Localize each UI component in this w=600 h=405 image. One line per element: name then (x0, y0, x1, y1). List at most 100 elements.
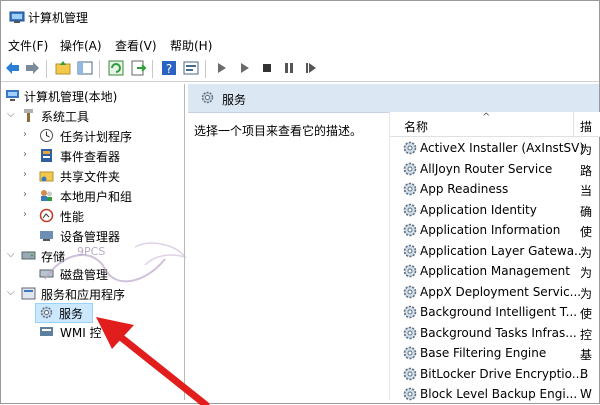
chevron-right-icon[interactable]: › (23, 210, 33, 220)
console-tree: 计算机管理(本地) ⌵ 系统工具 › 任务计划程序 › 事件查看器 › 共享文件… (1, 84, 185, 400)
toolbar: ? (1, 57, 599, 82)
performance-icon (39, 208, 54, 223)
toolbar-divider (152, 60, 153, 78)
service-row[interactable]: Application Layer Gatewa... 为 (390, 241, 600, 261)
service-description: 基 (580, 348, 593, 362)
tree-item-shared-folders[interactable]: › 共享文件夹 (3, 167, 183, 186)
gear-icon (403, 223, 417, 237)
chevron-right-icon[interactable]: › (23, 150, 33, 160)
service-name: Background Tasks Infras... (420, 325, 577, 340)
tree-label: 磁盘管理 (60, 268, 109, 282)
service-name: Application Management (420, 264, 570, 278)
service-name: AppX Deployment Servic... (420, 284, 582, 299)
service-description: 路 (580, 163, 593, 178)
storage-icon (21, 251, 36, 260)
service-row[interactable]: AllJoyn Router Service 路 (390, 159, 600, 179)
chevron-right-icon[interactable]: › (23, 190, 33, 200)
chevron-down-icon[interactable]: ⌵ (7, 250, 17, 260)
service-name: BitLocker Drive Encryptio... (420, 366, 584, 381)
service-name: Base Filtering Engine (420, 346, 547, 360)
service-name: Application Identity (420, 202, 537, 217)
gear-icon (403, 326, 417, 339)
service-row[interactable]: Base Filtering Engine 基 (390, 343, 600, 363)
show-hide-tree-icon[interactable] (76, 59, 94, 77)
services-apps-icon (21, 287, 36, 300)
restart-service-icon[interactable] (302, 59, 320, 77)
service-row[interactable]: Background Tasks Infras... 控 (390, 323, 600, 343)
service-name: App Readiness (420, 182, 509, 196)
gear-icon (403, 387, 417, 401)
chevron-down-icon[interactable]: ⌵ (7, 110, 17, 120)
properties-icon[interactable] (182, 59, 200, 77)
service-description: 确 (580, 204, 593, 219)
start-service-alt-icon[interactable] (236, 59, 254, 77)
service-row[interactable]: Background Intelligent T... 使 (390, 302, 600, 322)
toolbar-divider (99, 60, 100, 78)
sort-ascending-icon: ^ (482, 112, 491, 123)
tree-item-event-viewer[interactable]: › 事件查看器 (3, 147, 183, 166)
services-pane: 服务 选择一个项目来查看它的描述。 名称 ^ 描 ActiveX Install… (188, 84, 600, 401)
up-folder-icon[interactable] (54, 59, 72, 77)
service-description: W (580, 387, 592, 401)
service-row[interactable]: ActiveX Installer (AxInstSV) 为 (390, 138, 600, 158)
service-description: 为 (580, 266, 593, 280)
clock-icon (40, 129, 53, 142)
service-row[interactable]: Application Management 为 (390, 261, 600, 281)
tree-label: WMI 控 (60, 326, 102, 340)
tree-item-wmi[interactable]: WMI 控 (3, 323, 183, 342)
tree-label: 性能 (60, 210, 85, 224)
svg-text:?: ? (166, 62, 172, 76)
chevron-right-icon[interactable]: › (23, 170, 33, 180)
users-icon (41, 190, 52, 201)
service-name: ActiveX Installer (AxInstSV) (420, 141, 585, 155)
export-list-icon[interactable] (129, 59, 147, 77)
service-row[interactable]: Block Level Backup Engi... W (390, 384, 600, 404)
pause-service-icon[interactable] (280, 59, 298, 77)
tree-label: 事件查看器 (60, 150, 121, 164)
description-text: 选择一个项目来查看它的描述。 (194, 124, 363, 138)
service-row[interactable]: BitLocker Drive Encryptio... B (390, 364, 600, 384)
column-header-description[interactable]: 描 (580, 118, 592, 135)
tree-item-local-users[interactable]: › 本地用户和组 (3, 187, 183, 206)
service-name: AllJoyn Router Service (420, 161, 553, 176)
service-row[interactable]: Application Identity 确 (390, 200, 600, 220)
tree-label: 本地用户和组 (60, 190, 133, 204)
gear-icon (403, 244, 417, 257)
tree-item-services[interactable]: 服务 (35, 303, 93, 323)
service-row[interactable]: App Readiness 当 (390, 179, 600, 199)
help-icon[interactable]: ? (160, 59, 178, 77)
tools-icon (24, 109, 33, 122)
forward-icon[interactable] (23, 59, 41, 77)
gear-icon (201, 91, 214, 104)
menu-file[interactable]: 文件(F) (8, 37, 48, 54)
refresh-icon[interactable] (107, 59, 125, 77)
toolbar-divider (205, 60, 206, 78)
service-name: Block Level Backup Engi... (420, 387, 578, 401)
tree-system-tools[interactable]: ⌵ 系统工具 (3, 107, 183, 126)
tree-item-device-manager[interactable]: 设备管理器 (3, 227, 183, 246)
service-row[interactable]: AppX Deployment Servic... 为 (390, 282, 600, 302)
gear-icon (403, 162, 417, 175)
gear-icon (403, 141, 417, 155)
window-title: 计算机管理 (28, 11, 89, 25)
column-header-name[interactable]: 名称 (404, 118, 428, 135)
tree-item-task-scheduler[interactable]: › 任务计划程序 (3, 127, 183, 146)
service-description: 为 (580, 143, 593, 157)
tree-storage[interactable]: ⌵ 存储 (3, 247, 183, 266)
chevron-down-icon[interactable]: ⌵ (7, 288, 17, 298)
gear-icon (403, 346, 417, 360)
menu-action[interactable]: 操作(A) (60, 37, 102, 54)
chevron-right-icon[interactable]: › (23, 130, 33, 140)
toolbar-divider (46, 60, 47, 78)
tree-item-disk-management[interactable]: 磁盘管理 (3, 265, 183, 284)
column-divider[interactable] (573, 112, 574, 136)
tree-item-performance[interactable]: › 性能 (3, 207, 183, 226)
stop-service-icon[interactable] (258, 59, 276, 77)
start-service-icon[interactable] (213, 59, 231, 77)
tree-services-apps[interactable]: ⌵ 服务和应用程序 (3, 285, 183, 304)
back-icon[interactable] (4, 59, 22, 77)
service-row[interactable]: Application Information 使 (390, 220, 600, 240)
menu-help[interactable]: 帮助(H) (170, 37, 212, 54)
menu-view[interactable]: 查看(V) (115, 37, 157, 54)
tree-root[interactable]: 计算机管理(本地) (3, 87, 183, 106)
